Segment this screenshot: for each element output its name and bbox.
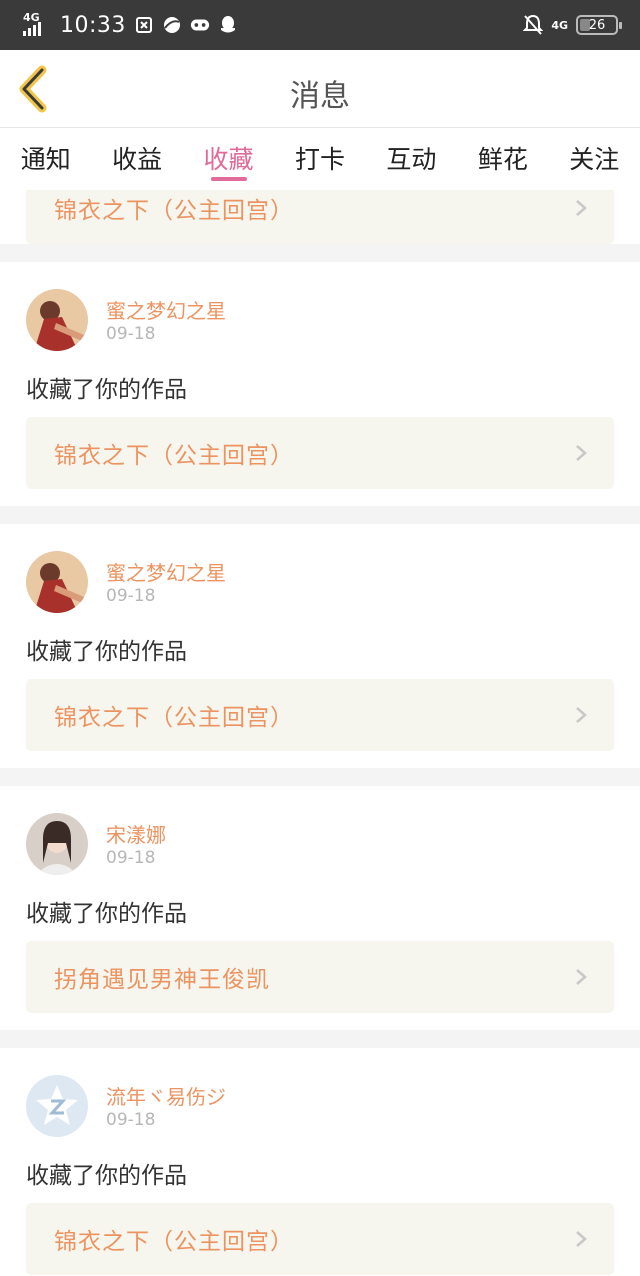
work-title: 锦衣之下（公主回宫） bbox=[54, 198, 294, 224]
chevron-right-icon bbox=[576, 1231, 587, 1247]
browser-icon bbox=[162, 15, 182, 35]
page-title: 消息 bbox=[290, 79, 350, 114]
avatar[interactable] bbox=[26, 1075, 88, 1137]
list-item: 蜜之梦幻之星 09-18 收藏了你的作品 锦衣之下（公主回宫） bbox=[0, 262, 640, 506]
tab-favorites[interactable]: 收藏 bbox=[183, 128, 274, 190]
chevron-right-icon bbox=[576, 969, 587, 985]
status-bar: 4G 10:33 4G 26 bbox=[0, 0, 640, 50]
battery-level: 26 bbox=[588, 17, 606, 33]
signal-icon: 4G bbox=[22, 11, 46, 38]
tab-flowers[interactable]: 鲜花 bbox=[457, 128, 548, 190]
tab-interactions[interactable]: 互动 bbox=[366, 128, 457, 190]
avatar[interactable] bbox=[26, 551, 88, 613]
user-name[interactable]: 流年ヾ易伤ジ bbox=[106, 1081, 226, 1110]
message-list[interactable]: 锦衣之下（公主回宫） 蜜之梦幻之星 09-18 收藏了你的作品 锦衣之下（公主回… bbox=[0, 190, 640, 1276]
tab-earnings[interactable]: 收益 bbox=[91, 128, 182, 190]
avatar[interactable] bbox=[26, 289, 88, 351]
work-link[interactable]: 锦衣之下（公主回宫） bbox=[26, 1203, 614, 1275]
work-title: 锦衣之下（公主回宫） bbox=[54, 705, 294, 731]
list-item: 锦衣之下（公主回宫） bbox=[0, 190, 640, 244]
tab-bar: 通知 收益 收藏 打卡 互动 鲜花 关注 bbox=[0, 128, 640, 190]
timestamp: 09-18 bbox=[106, 324, 156, 344]
message-text: 收藏了你的作品 bbox=[26, 901, 187, 927]
work-title: 拐角遇见男神王俊凯 bbox=[54, 967, 270, 993]
user-name[interactable]: 蜜之梦幻之星 bbox=[106, 557, 226, 586]
avatar[interactable] bbox=[26, 813, 88, 875]
tab-notifications[interactable]: 通知 bbox=[0, 128, 91, 190]
timestamp: 09-18 bbox=[106, 586, 156, 606]
work-link[interactable]: 锦衣之下（公主回宫） bbox=[26, 190, 614, 244]
qq-icon bbox=[218, 15, 238, 35]
chevron-right-icon bbox=[576, 707, 587, 723]
work-link[interactable]: 锦衣之下（公主回宫） bbox=[26, 679, 614, 751]
clock: 10:33 bbox=[60, 12, 126, 38]
work-title: 锦衣之下（公主回宫） bbox=[54, 443, 294, 469]
chevron-right-icon bbox=[576, 445, 587, 461]
list-item: 流年ヾ易伤ジ 09-18 收藏了你的作品 锦衣之下（公主回宫） bbox=[0, 1048, 640, 1276]
user-name[interactable]: 宋漾娜 bbox=[106, 819, 166, 848]
tab-follows[interactable]: 关注 bbox=[549, 128, 640, 190]
game-controller-icon bbox=[190, 15, 210, 35]
work-link[interactable]: 拐角遇见男神王俊凯 bbox=[26, 941, 614, 1013]
tab-checkin[interactable]: 打卡 bbox=[274, 128, 365, 190]
work-link[interactable]: 锦衣之下（公主回宫） bbox=[26, 417, 614, 489]
app-notification-icon bbox=[134, 15, 154, 35]
list-item: 蜜之梦幻之星 09-18 收藏了你的作品 锦衣之下（公主回宫） bbox=[0, 524, 640, 768]
timestamp: 09-18 bbox=[106, 1110, 156, 1130]
chevron-right-icon bbox=[576, 200, 587, 216]
user-name[interactable]: 蜜之梦幻之星 bbox=[106, 295, 226, 324]
mute-bell-icon bbox=[523, 14, 544, 35]
network-type-right: 4G bbox=[551, 18, 568, 32]
message-text: 收藏了你的作品 bbox=[26, 639, 187, 665]
timestamp: 09-18 bbox=[106, 848, 156, 868]
page-header: 消息 bbox=[0, 50, 640, 128]
work-title: 锦衣之下（公主回宫） bbox=[54, 1229, 294, 1255]
list-item: 宋漾娜 09-18 收藏了你的作品 拐角遇见男神王俊凯 bbox=[0, 786, 640, 1030]
message-text: 收藏了你的作品 bbox=[26, 1163, 187, 1189]
battery-icon: 26 bbox=[576, 15, 622, 35]
message-text: 收藏了你的作品 bbox=[26, 377, 187, 403]
